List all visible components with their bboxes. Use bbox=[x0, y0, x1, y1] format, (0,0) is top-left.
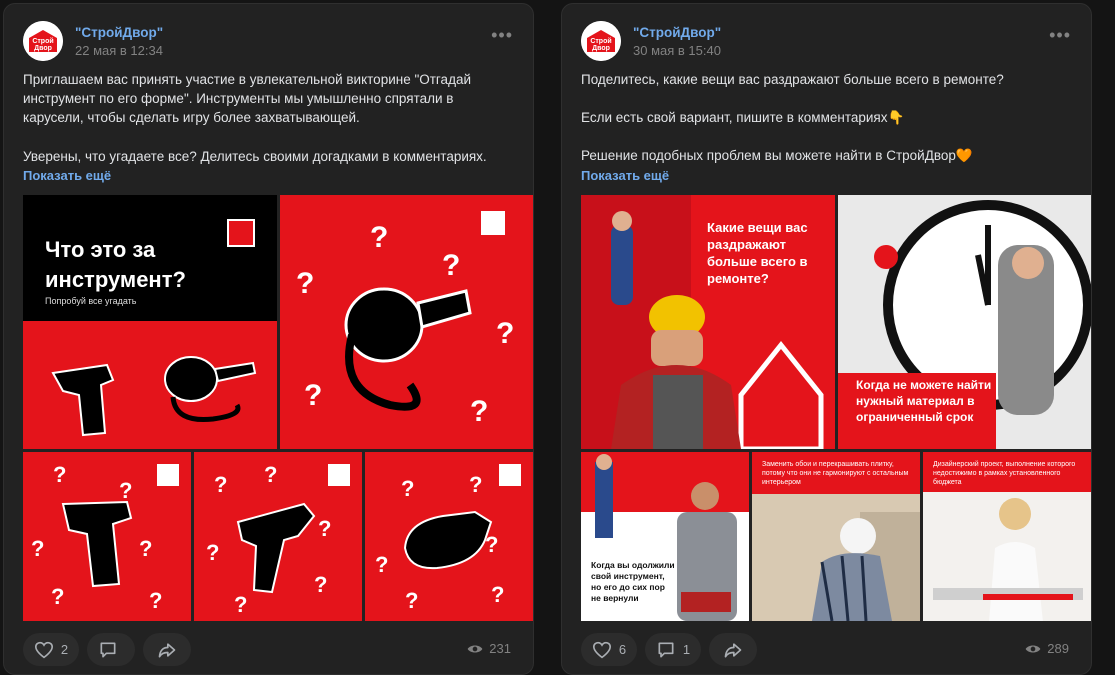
like-button[interactable]: 2 bbox=[23, 633, 79, 666]
show-more-link[interactable]: Показать ещё bbox=[581, 168, 669, 183]
svg-text:?: ? bbox=[214, 472, 227, 497]
svg-text:?: ? bbox=[304, 379, 322, 412]
svg-text:?: ? bbox=[314, 572, 327, 597]
logo-text: Строй bbox=[32, 37, 53, 45]
carousel-image[interactable]: ?????? bbox=[365, 452, 533, 621]
tool-silhouette-icon: ??? ??? bbox=[296, 221, 514, 428]
post-text: Приглашаем вас принять участие в увлекат… bbox=[23, 70, 513, 185]
logo-icon: Строй Двор bbox=[23, 21, 63, 61]
logo-text: Строй bbox=[590, 37, 611, 45]
like-count: 6 bbox=[618, 642, 627, 657]
author-name[interactable]: "СтройДвор" bbox=[633, 25, 721, 40]
post-paragraph: Уверены, что угадаете все? Делитесь свои… bbox=[23, 148, 487, 164]
svg-text:?: ? bbox=[119, 478, 132, 503]
post-date[interactable]: 22 мая в 12:34 bbox=[75, 43, 163, 58]
svg-text:?: ? bbox=[53, 462, 66, 487]
post-header: Строй Двор "СтройДвор" 30 мая в 15:40 ••… bbox=[581, 21, 1079, 61]
image-title: Какие вещи вас раздражают больше всего в… bbox=[707, 220, 808, 286]
post-card: Строй Двор "СтройДвор" 22 мая в 12:34 ••… bbox=[3, 3, 534, 675]
tool-silhouette-icon: ?????? bbox=[31, 462, 162, 613]
svg-text:?: ? bbox=[469, 472, 482, 497]
share-button[interactable] bbox=[709, 633, 757, 666]
comment-button[interactable]: 1 bbox=[645, 633, 701, 666]
carousel-image[interactable]: Дизайнерский проект, выполнение которого… bbox=[923, 452, 1091, 621]
carousel-image[interactable]: ??? ??? bbox=[280, 195, 533, 449]
post-paragraph: Приглашаем вас принять участие в увлекат… bbox=[23, 72, 471, 126]
share-icon bbox=[158, 642, 176, 657]
svg-text:?: ? bbox=[318, 516, 331, 541]
like-count: 2 bbox=[60, 642, 69, 657]
image-caption: Дизайнерский проект, выполнение которого… bbox=[933, 461, 1076, 486]
svg-text:?: ? bbox=[442, 249, 460, 282]
comment-button[interactable] bbox=[87, 633, 135, 666]
eye-icon bbox=[467, 645, 483, 652]
carousel-image[interactable]: Когда не можете найти нужный материал в … bbox=[838, 195, 1091, 449]
show-more-link[interactable]: Показать ещё bbox=[23, 168, 111, 183]
image-caption: Заменить обои и перекрашивать плитку, по… bbox=[762, 461, 909, 486]
carousel-image[interactable]: ?????? bbox=[23, 452, 191, 621]
svg-text:?: ? bbox=[296, 267, 314, 300]
svg-text:?: ? bbox=[234, 592, 247, 617]
logo-icon: Строй Двор bbox=[581, 21, 621, 61]
avatar[interactable]: Строй Двор bbox=[581, 21, 621, 61]
svg-text:?: ? bbox=[51, 584, 64, 609]
eye-icon bbox=[1025, 645, 1041, 652]
post-paragraph: Решение подобных проблем вы можете найти… bbox=[581, 148, 973, 164]
share-button[interactable] bbox=[143, 633, 191, 666]
more-icon[interactable]: ••• bbox=[1049, 26, 1071, 44]
post-card: Строй Двор "СтройДвор" 30 мая в 15:40 ••… bbox=[561, 3, 1092, 675]
author-name[interactable]: "СтройДвор" bbox=[75, 25, 163, 40]
post-media-grid: Что это за инструмент? Попробуй все угад… bbox=[23, 195, 533, 621]
views-counter: 231 bbox=[467, 641, 511, 656]
tool-silhouette-icon: ?????? bbox=[375, 472, 504, 613]
logo-text: Двор bbox=[592, 45, 610, 52]
svg-text:?: ? bbox=[375, 552, 388, 577]
heart-icon bbox=[592, 641, 611, 658]
tool-silhouette-icon bbox=[51, 356, 257, 437]
post-media-grid: Какие вещи вас раздражают больше всего в… bbox=[581, 195, 1091, 621]
post-text: Поделитесь, какие вещи вас раздражают бо… bbox=[581, 70, 1071, 185]
carousel-image[interactable]: ?????? bbox=[194, 452, 362, 621]
views-count: 289 bbox=[1047, 641, 1069, 656]
svg-text:?: ? bbox=[206, 540, 219, 565]
carousel-image[interactable]: Когда вы одолжили свой инструмент, но ег… bbox=[581, 452, 749, 621]
post-footer: 6 1 289 bbox=[581, 633, 1077, 667]
post-paragraph: Поделитесь, какие вещи вас раздражают бо… bbox=[581, 72, 1004, 87]
svg-text:?: ? bbox=[491, 582, 504, 607]
svg-text:?: ? bbox=[370, 221, 388, 254]
like-button[interactable]: 6 bbox=[581, 633, 637, 666]
post-header: Строй Двор "СтройДвор" 22 мая в 12:34 ••… bbox=[23, 21, 521, 61]
avatar[interactable]: Строй Двор bbox=[23, 21, 63, 61]
tool-silhouette-icon: ?????? bbox=[206, 462, 331, 617]
views-count: 231 bbox=[489, 641, 511, 656]
comment-count: 1 bbox=[682, 642, 691, 657]
svg-text:?: ? bbox=[31, 536, 44, 561]
logo-text: Двор bbox=[34, 45, 52, 52]
post-paragraph: Если есть свой вариант, пишите в коммент… bbox=[581, 110, 905, 126]
views-counter: 289 bbox=[1025, 641, 1069, 656]
more-icon[interactable]: ••• bbox=[491, 26, 513, 44]
share-icon bbox=[724, 642, 742, 657]
svg-text:?: ? bbox=[264, 462, 277, 487]
image-caption: Когда не можете найти нужный материал в … bbox=[856, 378, 992, 424]
post-date[interactable]: 30 мая в 15:40 bbox=[633, 43, 721, 58]
svg-text:?: ? bbox=[496, 317, 514, 350]
svg-text:?: ? bbox=[405, 588, 418, 613]
post-footer: 2 231 bbox=[23, 633, 519, 667]
comment-icon bbox=[658, 642, 674, 657]
carousel-image[interactable]: Что это за инструмент? Попробуй все угад… bbox=[23, 195, 277, 449]
svg-text:?: ? bbox=[139, 536, 152, 561]
svg-text:?: ? bbox=[149, 588, 162, 613]
carousel-image[interactable]: Заменить обои и перекрашивать плитку, по… bbox=[752, 452, 920, 621]
image-caption: Когда вы одолжили свой инструмент, но ег… bbox=[591, 560, 675, 603]
svg-text:?: ? bbox=[470, 395, 488, 428]
carousel-image[interactable]: Какие вещи вас раздражают больше всего в… bbox=[581, 195, 835, 449]
heart-icon bbox=[34, 641, 53, 658]
comment-icon bbox=[100, 642, 115, 657]
svg-text:?: ? bbox=[401, 476, 414, 501]
